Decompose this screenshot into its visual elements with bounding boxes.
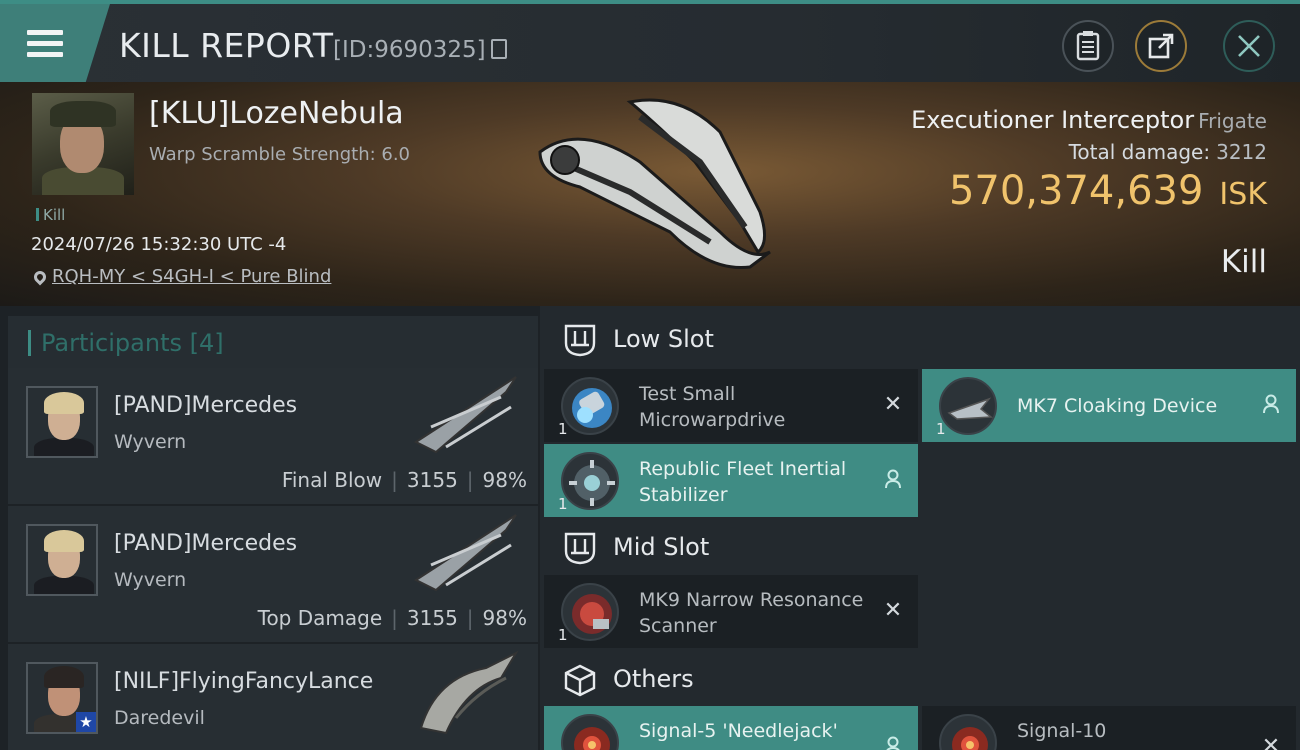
victim-portrait[interactable] — [32, 93, 134, 195]
close-button[interactable] — [1223, 20, 1275, 72]
participant-avatar[interactable] — [26, 524, 98, 596]
total-damage: Total damage: 3212 — [1068, 140, 1267, 164]
victim-ship-image[interactable] — [520, 92, 790, 292]
participant-ship: Wyvern — [114, 569, 187, 591]
module-qty: 1 — [558, 626, 568, 644]
participants-header: Participants [4] — [8, 316, 538, 372]
module-name: Signal-10 — [1017, 720, 1107, 742]
participant-damage: 3155 — [406, 606, 458, 630]
victim-banner: [KLU]LozeNebula Warp Scramble Strength: … — [0, 82, 1300, 306]
dropped-person-icon — [1260, 394, 1282, 416]
participant-row[interactable]: ★ [NILF]FlyingFancyLance Daredevil — [8, 644, 538, 750]
low-slot-header: Low Slot — [544, 308, 1296, 370]
inertial-stabilizer-icon — [561, 452, 619, 510]
victim-subtitle: Warp Scramble Strength: 6.0 — [149, 144, 411, 165]
participants-panel: Participants [4] [PAND]Mercedes Wyvern F… — [0, 306, 540, 750]
cube-icon — [564, 664, 596, 697]
location-link[interactable]: RQH-MY < S4GH-I < Pure Blind — [52, 266, 331, 287]
share-button[interactable] — [1135, 20, 1187, 72]
participant-stats: Top Damage | 3155 | 98% — [257, 606, 527, 630]
participant-damage: 3155 — [406, 468, 458, 492]
microwarpdrive-icon — [561, 377, 619, 435]
mid-slot-label: Mid Slot — [613, 533, 710, 561]
kill-location[interactable]: RQH-MY < S4GH-I < Pure Blind — [31, 266, 331, 287]
kill-datetime: 2024/07/26 15:32:30 UTC -4 — [31, 234, 287, 255]
fitting-panel: Low Slot 1 Test Small Microwarpdrive ✕ 1… — [540, 306, 1300, 750]
low-slot-label: Low Slot — [613, 325, 714, 353]
drone-icon — [561, 714, 619, 750]
victim-name[interactable]: [KLU]LozeNebula — [149, 96, 404, 131]
module-name: MK7 Cloaking Device — [1017, 395, 1218, 417]
low-slot-icon — [564, 324, 596, 357]
module-qty: 1 — [558, 420, 568, 438]
menu-button[interactable] — [0, 4, 110, 82]
kill-tag: Kill — [36, 206, 65, 224]
total-damage-value: 3212 — [1216, 140, 1267, 164]
module-name: Test Small Microwarpdrive — [639, 383, 786, 431]
participant-stats: Final Blow | 3155 | 98% — [281, 468, 527, 492]
module-name: Republic Fleet Inertial Stabilizer — [639, 458, 847, 506]
dropped-person-icon — [882, 469, 904, 491]
drone-icon — [939, 714, 997, 750]
top-bar: KILL REPORT [ID:9690325] — [0, 0, 1300, 82]
participant-row[interactable]: [PAND]Mercedes Wyvern Final Blow | 3155 | 98… — [8, 368, 538, 504]
module-qty: 1 — [936, 420, 946, 438]
participants-count: [4] — [189, 329, 224, 357]
clipboard-button[interactable] — [1062, 20, 1114, 72]
module-row[interactable]: 1 Test Small Microwarpdrive ✕ — [544, 369, 918, 442]
star-badge-icon: ★ — [76, 712, 96, 732]
module-row[interactable]: 1 MK9 Narrow Resonance Scanner ✕ — [544, 575, 918, 648]
clipboard-icon — [1076, 31, 1100, 61]
participant-ship: Daredevil — [114, 707, 205, 729]
participant-percent: 98% — [482, 468, 527, 492]
share-icon — [1148, 33, 1174, 59]
location-pin-icon — [31, 268, 49, 286]
participant-avatar[interactable]: ★ — [26, 662, 98, 734]
resonance-scanner-icon — [561, 583, 619, 641]
module-row[interactable]: Signal-10 ✕ — [922, 706, 1296, 750]
module-row[interactable]: 1 MK7 Cloaking Device — [922, 369, 1296, 442]
participant-ship: Wyvern — [114, 431, 187, 453]
module-qty: 1 — [558, 495, 568, 513]
participant-name[interactable]: [NILF]FlyingFancyLance — [114, 669, 373, 694]
destroyed-x-icon: ✕ — [883, 392, 903, 417]
mid-slot-icon — [564, 532, 596, 565]
participant-name[interactable]: [PAND]Mercedes — [114, 393, 297, 418]
ship-class: Frigate — [1198, 109, 1267, 133]
victim-ship-name[interactable]: Executioner Interceptor Frigate — [911, 106, 1267, 134]
participant-row[interactable]: [PAND]Mercedes Wyvern Top Damage | 3155 | 98… — [8, 506, 538, 642]
participant-percent: 98% — [482, 606, 527, 630]
kill-id: [ID:9690325] — [333, 37, 486, 63]
participant-ship-image — [419, 650, 519, 735]
menu-icon — [27, 30, 63, 58]
participant-ship-image — [413, 376, 517, 454]
cloaking-device-icon — [939, 377, 997, 435]
page-title: KILL REPORT — [119, 26, 334, 65]
participants-label: Participants — [41, 329, 182, 357]
close-icon — [1238, 35, 1260, 57]
isk-unit: ISK — [1219, 177, 1267, 212]
destroyed-x-icon: ✕ — [1261, 734, 1281, 750]
isk-value: 570,374,639 ISK — [948, 168, 1267, 214]
module-name: MK9 Narrow Resonance Scanner — [639, 589, 864, 637]
dropped-person-icon — [882, 736, 904, 750]
participant-role: Final Blow — [281, 468, 383, 492]
participant-name[interactable]: [PAND]Mercedes — [114, 531, 297, 556]
destroyed-x-icon: ✕ — [883, 598, 903, 623]
others-header: Others — [544, 648, 1296, 710]
module-row[interactable]: Signal-5 'Needlejack' — [544, 706, 918, 750]
copy-icon[interactable] — [491, 39, 507, 59]
participant-avatar[interactable] — [26, 386, 98, 458]
module-name: Signal-5 'Needlejack' — [639, 720, 838, 742]
kill-result: Kill — [1220, 244, 1267, 280]
module-row[interactable]: 1 Republic Fleet Inertial Stabilizer — [544, 444, 918, 517]
participant-ship-image — [413, 514, 517, 592]
participant-role: Top Damage — [257, 606, 383, 630]
others-label: Others — [613, 665, 694, 693]
mid-slot-header: Mid Slot — [544, 516, 1296, 578]
